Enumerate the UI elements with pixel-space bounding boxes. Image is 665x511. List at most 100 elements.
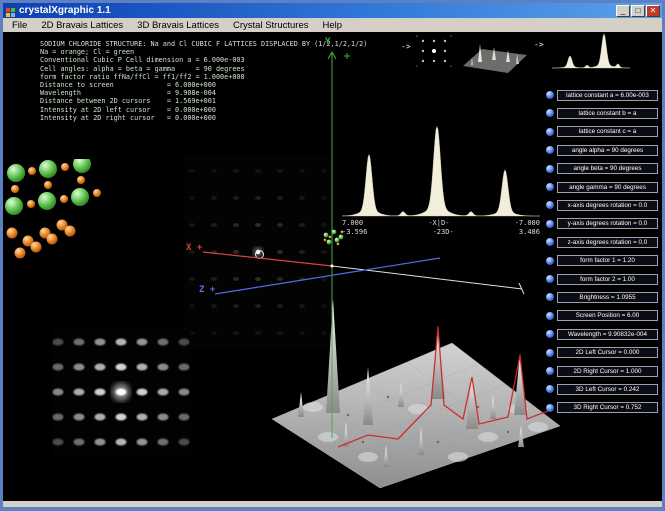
profile-axis-labels-row1: 7.000 -X|D- -7.000 [342, 219, 540, 227]
profile-axis-labels-row2: -3.596 -23D- 3.486 [342, 228, 540, 236]
slider-label: 3D Right Cursor = 0.752 [557, 402, 658, 414]
slider-knob[interactable] [546, 91, 554, 99]
profile-left-value: -3.596 [342, 228, 368, 236]
slider-knob[interactable] [546, 330, 554, 339]
menu-item-3d-bravais-lattices[interactable]: 3D Bravais Lattices [130, 19, 226, 32]
slider-angle-alpha[interactable]: angle alpha = 90 degrees [546, 144, 658, 156]
slider-knob[interactable] [546, 219, 554, 228]
cursor-ring-marker[interactable] [255, 250, 264, 259]
slider-label: 2D Right Cursor = 1.000 [557, 365, 658, 377]
maximize-button[interactable]: □ [631, 4, 645, 17]
slider-label: lattice constant a = 6.00e-003 [557, 89, 658, 101]
info-line: Conventional Cubic P Cell dimension a = … [40, 56, 245, 65]
flow-arrow-icon: -> [401, 42, 411, 51]
info-line: Intensity at 2D left cursor = 0.000e+000 [40, 105, 216, 114]
parameter-slider-panel: lattice constant a = 6.00e-003 lattice co… [546, 32, 662, 501]
menu-bar: File 2D Bravais Lattices 3D Bravais Lattic… [3, 18, 662, 32]
slider-knob[interactable] [546, 403, 554, 412]
slider-knob[interactable] [546, 275, 554, 283]
3d-intensity-surface [271, 299, 561, 489]
slider-knob[interactable] [546, 293, 554, 302]
profile-right-value: -7.000 [514, 219, 540, 227]
slider-2d-right-cursor[interactable]: 2D Right Cursor = 1.000 [546, 365, 658, 377]
slider-lattice-constant-c[interactable]: lattice constant c = a [546, 126, 658, 138]
flow-arrow-icon: -> [534, 40, 544, 49]
slider-knob[interactable] [546, 385, 554, 394]
slider-knob[interactable] [546, 367, 554, 375]
menu-item-crystal-structures[interactable]: Crystal Structures [226, 19, 316, 32]
slider-label: Brightness = 1.0955 [557, 291, 658, 303]
slider-knob[interactable] [546, 146, 554, 155]
app-window: crystalXgraphic 1.1 _ □ ✕ File 2D Bravais… [0, 0, 665, 511]
info-line: Wavelength = 9.908e-004 [40, 89, 216, 98]
slider-label: x-axis degrees rotation = 0.0 [557, 199, 658, 211]
info-line: Intensity at 2D right cursor = 0.000e+00… [40, 113, 216, 122]
slider-knob[interactable] [546, 256, 554, 265]
slider-label: form factor 1 = 1.20 [557, 255, 658, 267]
info-line: Distance to screen = 6.000e+000 [40, 81, 216, 90]
info-line: Cell angles: alpha = beta = gamma = 90 d… [40, 64, 245, 73]
slider-label: angle gamma = 90 degrees [557, 181, 658, 193]
slider-lattice-constant-a[interactable]: lattice constant a = 6.00e-003 [546, 89, 658, 101]
mini-3d-surface-plot [463, 44, 527, 73]
info-line: form factor ratio ffNa/ffCl = ff1/ff2 = … [40, 72, 245, 81]
profile-center-label: -X|D- [428, 219, 450, 227]
info-line: SODIUM CHLORIDE STRUCTURE: Na and Cl CUB… [40, 40, 368, 48]
crystal-structure-model [5, 159, 101, 259]
title-bar[interactable]: crystalXgraphic 1.1 _ □ ✕ [3, 3, 662, 18]
diffraction-pattern-panel [52, 329, 190, 456]
slider-form-factor-2[interactable]: form factor 2 = 1.00 [546, 273, 658, 285]
main-canvas[interactable]: SODIUM CHLORIDE STRUCTURE: Na and Cl CUB… [3, 32, 662, 501]
slider-knob[interactable] [546, 164, 554, 173]
menu-item-help[interactable]: Help [316, 19, 350, 32]
close-button[interactable]: ✕ [646, 4, 660, 17]
slider-3d-left-cursor[interactable]: 3D Left Cursor = 0.242 [546, 383, 658, 395]
slider-label: Screen Position = 6.00 [557, 310, 658, 322]
slider-label: form factor 2 = 1.00 [557, 273, 658, 285]
slider-knob[interactable] [546, 201, 554, 210]
minimize-button[interactable]: _ [616, 4, 630, 17]
slider-knob[interactable] [546, 109, 554, 118]
slider-form-factor-1[interactable]: form factor 1 = 1.20 [546, 255, 658, 267]
slider-label: angle beta = 90 degrees [557, 163, 658, 175]
window-title: crystalXgraphic 1.1 [19, 5, 111, 16]
slider-2d-left-cursor[interactable]: 2D Left Cursor = 0.000 [546, 347, 658, 359]
info-line: Na = orange; Cl = green [40, 48, 135, 57]
slider-label: 2D Left Cursor = 0.000 [557, 347, 658, 359]
app-icon [5, 5, 16, 18]
slider-label: lattice constant c = a [557, 126, 658, 138]
info-line: Distance between 2D cursors = 1.569e+001 [40, 97, 216, 106]
slider-brightness[interactable]: Brightness = 1.0955 [546, 291, 658, 303]
slider-knob[interactable] [546, 238, 554, 247]
menu-item-file[interactable]: File [5, 19, 34, 32]
slider-label: lattice constant b = a [557, 107, 658, 119]
slider-lattice-constant-b[interactable]: lattice constant b = a [546, 107, 658, 119]
window-resize-strip [3, 501, 662, 507]
slider-x-axis-degrees-rotation[interactable]: x-axis degrees rotation = 0.0 [546, 199, 658, 211]
slider-label: 3D Left Cursor = 0.242 [557, 383, 658, 395]
slider-z-axis-degrees-rotation[interactable]: z-axis degrees rotation = 0.0 [546, 236, 658, 248]
menu-item-2d-bravais-lattices[interactable]: 2D Bravais Lattices [34, 19, 130, 32]
slider-knob[interactable] [546, 311, 554, 320]
y-axis-label: Y [325, 37, 331, 47]
x-axis-label: X + [186, 243, 203, 253]
slider-screen-position[interactable]: Screen Position = 6.00 [546, 310, 658, 322]
slider-angle-beta[interactable]: angle beta = 90 degrees [546, 163, 658, 175]
slider-knob[interactable] [546, 348, 554, 357]
profile-left-value: 7.000 [342, 219, 364, 227]
slider-knob[interactable] [546, 127, 554, 136]
z-axis-label: Z + [199, 285, 216, 295]
slider-label: z-axis degrees rotation = 0.0 [557, 236, 658, 248]
slider-3d-right-cursor[interactable]: 3D Right Cursor = 0.752 [546, 402, 658, 414]
slider-label: Wavelength = 9.90832e-004 [557, 328, 658, 340]
structure-info-text: SODIUM CHLORIDE STRUCTURE: Na and Cl CUB… [40, 40, 367, 122]
profile-center-label: -23D- [432, 228, 454, 236]
slider-angle-gamma[interactable]: angle gamma = 90 degrees [546, 181, 658, 193]
slider-label: y-axis degrees rotation = 0.0 [557, 218, 658, 230]
slider-y-axis-degrees-rotation[interactable]: y-axis degrees rotation = 0.0 [546, 218, 658, 230]
slider-label: angle alpha = 90 degrees [557, 144, 658, 156]
slider-knob[interactable] [546, 183, 554, 191]
slider-wavelength[interactable]: Wavelength = 9.90832e-004 [546, 328, 658, 340]
mini-diffraction-pattern [416, 35, 452, 67]
main-intensity-profile [342, 126, 540, 217]
